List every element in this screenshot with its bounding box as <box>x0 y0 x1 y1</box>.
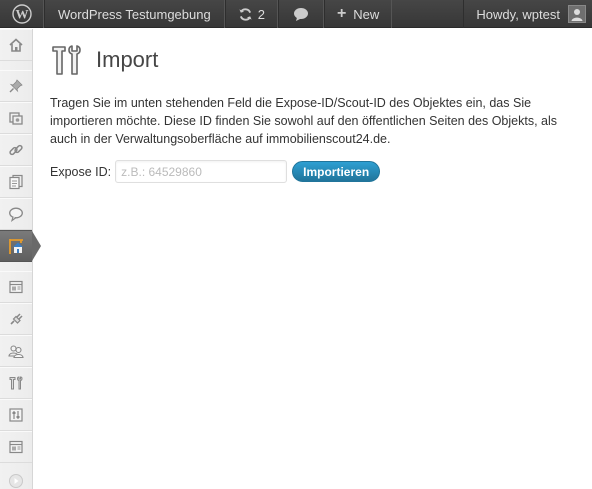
link-icon <box>9 144 23 156</box>
tools-large-icon <box>52 45 81 75</box>
site-name-link[interactable]: WordPress Testumgebung <box>44 0 225 28</box>
avatar <box>568 5 586 23</box>
expose-id-input[interactable] <box>115 160 288 183</box>
sidebar-item-media[interactable] <box>0 102 32 134</box>
new-label: New <box>353 6 380 22</box>
comments-bubble-icon <box>9 207 23 222</box>
comments-link[interactable] <box>277 0 324 28</box>
collapse-icon <box>9 474 23 488</box>
appearance-icon <box>9 280 23 294</box>
wordpress-logo-icon: W <box>11 4 32 24</box>
sidebar-item-immobilien[interactable] <box>0 230 41 262</box>
dashboard-icon <box>9 38 23 52</box>
sidebar-item-settings[interactable] <box>0 399 32 431</box>
sidebar-item-widget[interactable] <box>0 431 32 463</box>
collapse-menu-button[interactable] <box>0 465 32 489</box>
users-icon <box>8 345 24 359</box>
account-greeting: Howdy, wptest <box>476 6 560 22</box>
tools-icon <box>9 376 23 390</box>
expose-id-label: Expose ID: <box>50 164 112 179</box>
immobilien-icon <box>8 238 23 254</box>
updates-link[interactable]: 2 <box>224 0 278 28</box>
sidebar-item-links[interactable] <box>0 134 32 166</box>
new-content-button[interactable]: + New <box>323 0 393 28</box>
sidebar-item-posts[interactable] <box>0 70 32 102</box>
widget-icon <box>9 440 23 454</box>
sidebar-item-plugins[interactable] <box>0 303 32 335</box>
import-form: Expose ID: Importieren <box>50 160 580 183</box>
sidebar-item-appearance[interactable] <box>0 271 32 303</box>
site-name-label: WordPress Testumgebung <box>58 6 211 22</box>
settings-icon <box>9 408 23 422</box>
import-button[interactable]: Importieren <box>292 161 381 182</box>
sidebar-item-comments[interactable] <box>0 198 32 230</box>
avatar-silhouette-icon <box>571 9 583 21</box>
sidebar-item-users[interactable] <box>0 335 32 367</box>
sidebar-item-dashboard[interactable] <box>0 29 32 61</box>
plugins-icon <box>10 313 23 325</box>
sidebar-item-tools[interactable] <box>0 367 32 399</box>
page-title: Import <box>96 47 159 72</box>
my-account-menu[interactable]: Howdy, wptest <box>463 0 592 28</box>
pin-icon <box>9 79 23 93</box>
updates-count: 2 <box>257 6 265 22</box>
wordpress-logo-button[interactable]: W <box>0 0 44 28</box>
admin-bar: W WordPress Testumgebung 2 + New Howdy, … <box>0 0 592 28</box>
svg-text:W: W <box>15 7 28 22</box>
import-instructions: Tragen Sie im unten stehenden Feld die E… <box>50 96 557 146</box>
admin-sidebar-menu <box>0 29 41 489</box>
comments-icon <box>293 7 308 21</box>
sidebar-item-pages[interactable] <box>0 166 32 198</box>
pages-icon <box>9 174 23 190</box>
main-content: Import Tragen Sie im unten stehenden Fel… <box>50 29 580 183</box>
plus-icon: + <box>336 5 347 22</box>
media-icon <box>9 112 23 125</box>
page-header: Import <box>50 42 580 78</box>
updates-icon <box>239 7 252 21</box>
